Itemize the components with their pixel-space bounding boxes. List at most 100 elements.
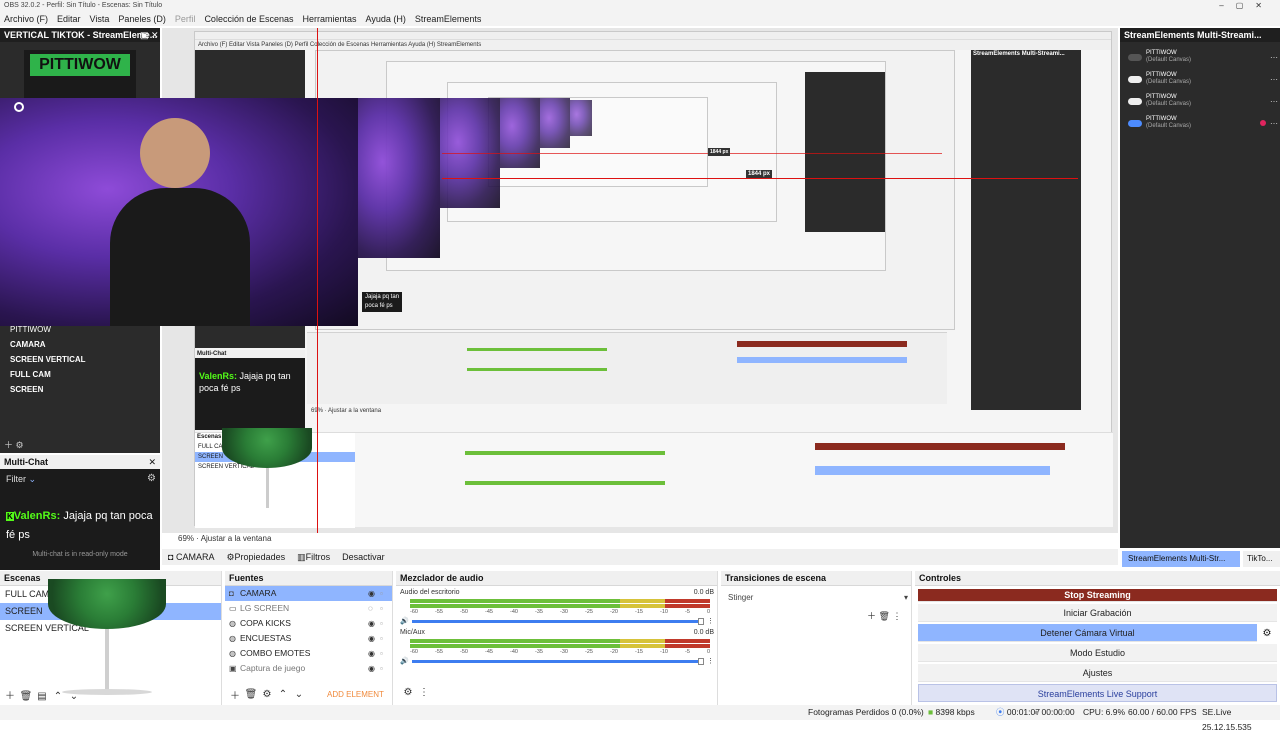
minimize-icon[interactable]: – bbox=[1219, 1, 1235, 10]
source-label: COPA KICKS bbox=[240, 618, 291, 628]
live-support-button[interactable]: StreamElements Live Support bbox=[918, 684, 1277, 702]
se-version: SE.Live 25.12.15.535 bbox=[1202, 707, 1252, 732]
remove-source-icon[interactable]: 🗑 bbox=[243, 689, 259, 700]
dock-float-icon[interactable]: ▣ ✕ bbox=[140, 28, 159, 42]
settings-button[interactable]: Ajustes bbox=[918, 664, 1277, 682]
eye-icon[interactable]: ◉ bbox=[368, 616, 380, 631]
tiktok-scene-screen[interactable]: SCREEN bbox=[0, 382, 160, 397]
volume-slider[interactable] bbox=[411, 617, 704, 625]
multistream-dock: StreamElements Multi-Streami... PITTIWOW… bbox=[1120, 28, 1280, 548]
stream-entry[interactable]: PITTIWOW (Default Canvas) ⋯ bbox=[1128, 46, 1278, 68]
source-item-lg-screen[interactable]: ▭ LG SCREEN ◌ ▫ bbox=[225, 601, 392, 616]
preview-area[interactable]: Archivo (F) Editar Vista Paneles (D) Per… bbox=[0, 28, 1118, 533]
menu-tools[interactable]: Herramientas bbox=[303, 12, 357, 26]
window-controls[interactable]: –▢✕ bbox=[1219, 0, 1274, 12]
eye-hidden-icon[interactable]: ◌ bbox=[368, 601, 380, 616]
deactivate-button[interactable]: Desactivar bbox=[342, 549, 385, 565]
more-icon[interactable]: ⋯ bbox=[1270, 97, 1278, 106]
menu-profile[interactable]: Perfil bbox=[175, 12, 196, 26]
zoom-bar: 69% · Ajustar a la ventana bbox=[178, 534, 272, 543]
channel-menu-icon[interactable]: ⋮ bbox=[707, 657, 714, 665]
eye-icon[interactable]: ◉ bbox=[368, 586, 380, 601]
tiktok-scene-full-cam[interactable]: FULL CAM bbox=[0, 367, 160, 382]
multichat-filter[interactable]: Filter ⌄ bbox=[6, 474, 36, 485]
menu-streamelements[interactable]: StreamElements bbox=[415, 12, 482, 26]
nested-zoom-bar: 69% · Ajustar a la ventana bbox=[311, 408, 382, 414]
source-item-combo-emotes[interactable]: ◍ COMBO EMOTES ◉ ▫ bbox=[225, 646, 392, 661]
menu-scene-collection[interactable]: Colección de Escenas bbox=[204, 12, 293, 26]
tiktok-scene-screen-vertical[interactable]: SCREEN VERTICAL bbox=[0, 352, 160, 367]
stream-entry-name: PITTIWOW bbox=[1146, 72, 1177, 78]
multichat-close-icon[interactable]: ✕ bbox=[148, 455, 156, 469]
more-icon[interactable]: ⋯ bbox=[1270, 53, 1278, 62]
menu-help[interactable]: Ayuda (H) bbox=[366, 12, 406, 26]
menu-docks[interactable]: Paneles (D) bbox=[118, 12, 166, 26]
stream-entry[interactable]: PITTIWOW (Default Canvas) ⋯ bbox=[1128, 90, 1278, 112]
add-scene-icon[interactable]: ＋ bbox=[2, 687, 18, 702]
gear-icon[interactable]: ⚙ bbox=[147, 473, 156, 484]
tiktok-scene-camara[interactable]: CAMARA bbox=[0, 337, 160, 352]
stream-entry[interactable]: PITTIWOW (Default Canvas) ⋯ bbox=[1128, 112, 1278, 134]
move-up-icon[interactable]: ⌃ bbox=[275, 689, 291, 700]
speaker-icon[interactable]: 🔊 bbox=[400, 617, 409, 625]
close-icon[interactable]: ✕ bbox=[1255, 1, 1274, 10]
source-item-encuestas[interactable]: ◍ ENCUESTAS ◉ ▫ bbox=[225, 631, 392, 646]
toggle-on[interactable] bbox=[1128, 119, 1142, 127]
fit-label[interactable]: Ajustar a la ventana bbox=[201, 534, 272, 543]
lock-icon[interactable]: ▫ bbox=[380, 631, 392, 646]
add-source-icon[interactable]: ＋ bbox=[227, 687, 243, 702]
gear-icon[interactable]: ⚙ bbox=[1257, 628, 1277, 639]
live-dot-icon bbox=[1260, 120, 1266, 126]
toggle-off[interactable] bbox=[1128, 53, 1142, 61]
lock-icon[interactable]: ▫ bbox=[380, 586, 392, 601]
eye-icon[interactable]: ◉ bbox=[368, 631, 380, 646]
add-element-button[interactable]: ADD ELEMENT bbox=[327, 690, 384, 699]
source-item-camara[interactable]: ◘ CAMARA ◉ ▫ bbox=[225, 586, 392, 601]
tab-tiktok[interactable]: TikTo... bbox=[1243, 551, 1280, 567]
mixer-settings-icon[interactable]: ⚙ bbox=[400, 687, 416, 698]
remove-transition-icon[interactable]: 🗑 bbox=[879, 611, 890, 621]
mirror-webcam-4 bbox=[540, 98, 570, 148]
studio-mode-button[interactable]: Modo Estudio bbox=[918, 644, 1277, 662]
menu-view[interactable]: Vista bbox=[90, 12, 110, 26]
stop-virtual-camera-button[interactable]: Detener Cámara Virtual bbox=[918, 624, 1257, 642]
stream-entry[interactable]: PITTIWOW (Default Canvas) ⋯ bbox=[1128, 68, 1278, 90]
mixer-menu-icon[interactable]: ⋮ bbox=[416, 687, 432, 698]
lock-icon[interactable]: ▫ bbox=[380, 616, 392, 631]
start-recording-button[interactable]: Iniciar Grabación bbox=[918, 604, 1277, 622]
lock-icon[interactable]: ▫ bbox=[380, 661, 392, 676]
tiktok-dock-toolbar[interactable]: ＋ ⚙ bbox=[4, 438, 24, 451]
scene-filters-icon[interactable]: ▤ bbox=[34, 691, 50, 702]
tab-multistream[interactable]: StreamElements Multi-Str... bbox=[1122, 551, 1240, 567]
move-up-icon[interactable]: ⌃ bbox=[50, 691, 66, 702]
source-item-game-capture[interactable]: ▣ Captura de juego ◉ ▫ bbox=[225, 661, 392, 676]
channel-menu-icon[interactable]: ⋮ bbox=[707, 617, 714, 625]
stop-streaming-button[interactable]: Stop Streaming bbox=[918, 589, 1277, 602]
properties-button[interactable]: ⚙Propiedades bbox=[226, 549, 285, 565]
source-settings-icon[interactable]: ⚙ bbox=[259, 689, 275, 700]
zoom-value[interactable]: 69% bbox=[178, 534, 194, 543]
remove-scene-icon[interactable]: 🗑 bbox=[18, 691, 34, 702]
virtual-camera-row: Detener Cámara Virtual ⚙ bbox=[918, 624, 1277, 642]
more-icon[interactable]: ⋯ bbox=[1270, 119, 1278, 128]
lock-icon[interactable]: ▫ bbox=[380, 601, 392, 616]
more-icon[interactable]: ⋯ bbox=[1270, 75, 1278, 84]
menu-edit[interactable]: Editar bbox=[57, 12, 81, 26]
toggle-off[interactable] bbox=[1128, 75, 1142, 83]
move-down-icon[interactable]: ⌄ bbox=[66, 691, 82, 702]
move-down-icon[interactable]: ⌄ bbox=[291, 689, 307, 700]
volume-slider[interactable] bbox=[411, 657, 704, 665]
filters-button[interactable]: ▥Filtros bbox=[297, 549, 330, 565]
maximize-icon[interactable]: ▢ bbox=[1236, 1, 1256, 10]
speaker-icon[interactable]: 🔊 bbox=[400, 657, 409, 665]
transition-menu-icon[interactable]: ⋮ bbox=[892, 611, 901, 621]
transition-select[interactable]: Stinger ▾ bbox=[725, 591, 908, 605]
source-item-copa-kicks[interactable]: ◍ COPA KICKS ◉ ▫ bbox=[225, 616, 392, 631]
eye-icon[interactable]: ◉ bbox=[368, 646, 380, 661]
toggle-off[interactable] bbox=[1128, 97, 1142, 105]
eye-icon[interactable]: ◉ bbox=[368, 661, 380, 676]
add-transition-icon[interactable]: ＋ bbox=[867, 611, 876, 621]
bitrate-indicator-icon: ■ bbox=[928, 707, 934, 717]
lock-icon[interactable]: ▫ bbox=[380, 646, 392, 661]
menu-file[interactable]: Archivo (F) bbox=[4, 12, 48, 26]
